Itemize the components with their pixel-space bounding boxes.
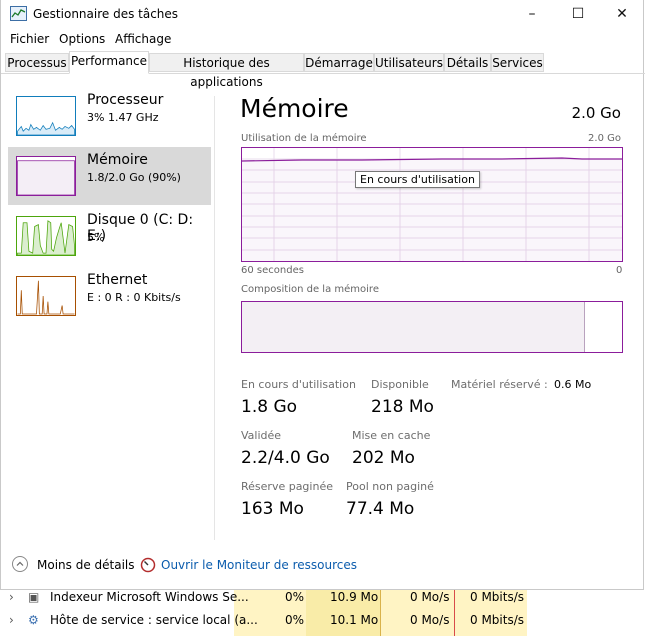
tab-services[interactable]: Services (491, 53, 544, 72)
stat-committed-value: 2.2/4.0 Go (241, 448, 330, 468)
open-resource-monitor-link[interactable]: Ouvrir le Moniteur de ressources (161, 558, 357, 572)
stat-in-use-value: 1.8 Go (241, 397, 298, 417)
process-network: 0 Mbits/s (470, 590, 525, 604)
process-disk: 0 Mo/s (410, 590, 450, 604)
background-process-list: › ▣ Indexeur Microsoft Windows Se... 0% … (0, 590, 651, 636)
sidebar-item-memoire[interactable]: Mémoire 1.8/2.0 Go (90%) (8, 147, 211, 205)
composition-in-use-segment (242, 302, 585, 352)
close-button[interactable]: ✕ (599, 0, 645, 30)
menu-bar: Fichier Options Affichage (1, 30, 645, 50)
disk-thumbnail-graph (16, 216, 76, 256)
table-row[interactable]: › ⚙ Hôte de service : service local (a..… (0, 613, 651, 636)
indexer-icon: ▣ (28, 590, 40, 604)
stat-committed-label: Validée (241, 429, 282, 442)
panel-divider (214, 96, 215, 540)
stat-cached-value: 202 Mo (352, 448, 415, 468)
sidebar-item-title: Ethernet (87, 272, 148, 288)
stat-cached-label: Mise en cache (352, 429, 431, 442)
minimize-button[interactable]: – (509, 0, 555, 30)
resource-monitor-icon (140, 557, 156, 573)
cpu-thumbnail-graph (16, 96, 76, 136)
process-disk: 0 Mo/s (410, 613, 450, 627)
task-manager-window: Gestionnaire des tâches – ☐ ✕ Fichier Op… (0, 0, 645, 590)
stat-available-label: Disponible (371, 378, 429, 391)
usage-graph-label: Utilisation de la mémoire (241, 133, 367, 144)
tab-performance[interactable]: Performance (69, 51, 149, 74)
menu-affichage[interactable]: Affichage (115, 32, 171, 46)
tab-utilisateurs[interactable]: Utilisateurs (374, 53, 444, 72)
sidebar-item-title: Disque 0 (C: D: E:) (87, 212, 194, 244)
memory-thumbnail-graph (16, 156, 76, 196)
process-cpu: 0% (285, 590, 305, 604)
stat-nonpaged-value: 77.4 Mo (346, 499, 415, 519)
tab-strip: Processus Performance Historique des app… (1, 51, 645, 89)
expand-arrow-icon[interactable]: › (9, 613, 14, 636)
tab-demarrage[interactable]: Démarrage (304, 53, 374, 72)
memory-total: 2.0 Go (571, 104, 621, 122)
tab-processus[interactable]: Processus (5, 53, 69, 72)
graph-tooltip: En cours d'utilisation (355, 171, 480, 188)
window-title: Gestionnaire des tâches (33, 7, 179, 21)
memory-usage-graph[interactable] (241, 147, 623, 262)
footer-bar: Moins de détails Ouvrir le Moniteur de r… (1, 552, 645, 580)
sidebar-item-title: Processeur (87, 92, 164, 108)
title-bar[interactable]: Gestionnaire des tâches – ☐ ✕ (1, 0, 645, 30)
sidebar-item-subtitle: 5% (87, 231, 105, 244)
stat-available-value: 218 Mo (371, 397, 434, 417)
process-name: Hôte de service : service local (a... (50, 613, 258, 627)
process-memory: 10.9 Mo (330, 590, 379, 604)
gear-icon: ⚙ (28, 613, 39, 627)
sidebar-item-subtitle: 1.8/2.0 Go (90%) (87, 171, 181, 184)
sidebar-item-ethernet[interactable]: Ethernet E : 0 R : 0 Kbits/s (8, 267, 211, 325)
sidebar-item-processeur[interactable]: Processeur 3% 1.47 GHz (8, 87, 211, 145)
process-network: 0 Mbits/s (470, 613, 525, 627)
page-title: Mémoire (240, 94, 349, 123)
memory-composition-bar[interactable] (241, 301, 623, 353)
stat-in-use-label: En cours d'utilisation (241, 378, 356, 391)
expand-arrow-icon[interactable]: › (9, 590, 14, 613)
stat-nonpaged-label: Pool non paginé (346, 480, 434, 493)
menu-options[interactable]: Options (59, 32, 105, 46)
maximize-button[interactable]: ☐ (555, 0, 601, 30)
sidebar-item-subtitle: E : 0 R : 0 Kbits/s (87, 291, 181, 304)
sidebar-item-subtitle: 3% 1.47 GHz (87, 111, 159, 124)
time-axis-label: 60 secondes (241, 265, 304, 276)
table-row[interactable]: › ▣ Indexeur Microsoft Windows Se... 0% … (0, 590, 651, 613)
less-details-button[interactable]: Moins de détails (37, 558, 135, 572)
stat-paged-value: 163 Mo (241, 499, 304, 519)
tab-details[interactable]: Détails (444, 53, 491, 72)
composition-label: Composition de la mémoire (241, 284, 379, 295)
tab-historique[interactable]: Historique des applications (149, 53, 304, 89)
stat-reserved-value: 0.6 Mo (554, 378, 592, 391)
process-memory: 10.1 Mo (330, 613, 379, 627)
stat-paged-label: Réserve paginée (241, 480, 333, 493)
usage-graph-max: 2.0 Go (588, 133, 621, 144)
ethernet-thumbnail-graph (16, 276, 76, 316)
stat-reserved-label: Matériel réservé : (451, 378, 548, 391)
chevron-up-icon[interactable] (12, 556, 28, 572)
sidebar-item-disque[interactable]: Disque 0 (C: D: E:) 5% (8, 207, 211, 265)
task-manager-app-icon (10, 6, 27, 21)
process-name: Indexeur Microsoft Windows Se... (50, 590, 249, 604)
menu-fichier[interactable]: Fichier (10, 32, 49, 46)
sidebar-item-title: Mémoire (87, 152, 148, 168)
time-axis-end: 0 (616, 265, 623, 276)
process-cpu: 0% (285, 613, 305, 627)
